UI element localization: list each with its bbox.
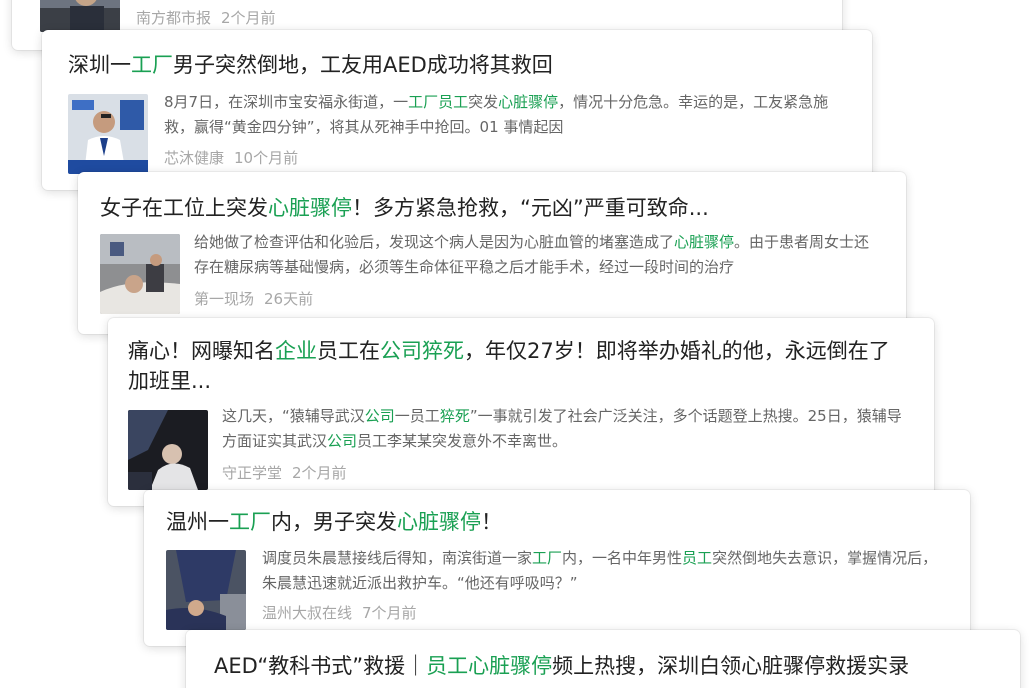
keyword-highlight: 心脏骤停 [674, 233, 735, 251]
result-source[interactable]: 芯沐健康 [164, 149, 224, 167]
stacked-search-results: 南方都市报 2个月前 深圳一工厂男子突然倒地，工友用AED成功将其救回 8月7日，… [0, 0, 1032, 688]
keyword-highlight: 心脏骤停 [268, 196, 352, 220]
news-photo-icon [40, 0, 120, 32]
result-time: 2个月前 [292, 464, 347, 482]
result-title[interactable]: 女子在工位上突发心脏骤停！多方紧急抢救，“元凶”严重可致命... [100, 193, 709, 223]
text-segment: AED“教科书式”救援｜ [214, 654, 427, 678]
news-photo-icon [166, 550, 246, 630]
keyword-highlight: 心脏骤停 [397, 510, 481, 534]
result-summary: 调度员朱晨慧接线后得知，南滨街道一家工厂内，一名中年男性员工突然倒地失去意识，掌… [262, 546, 952, 596]
result-summary: 8月7日，在深圳市宝安福永街道，一工厂员工突发心脏骤停，情况十分危急。幸运的是，… [164, 90, 852, 140]
text-segment: 深圳一 [68, 53, 131, 77]
news-photo-icon [100, 234, 180, 314]
result-source[interactable]: 守正学堂 [222, 464, 282, 482]
keyword-highlight: 员工 [682, 549, 713, 567]
keyword-highlight: 员工心脏骤停 [426, 654, 553, 678]
result-time: 26天前 [264, 290, 314, 308]
result-card-1[interactable]: 深圳一工厂男子突然倒地，工友用AED成功将其救回 8月7日，在深圳市宝安福永街道… [42, 30, 872, 190]
result-title[interactable]: AED“教科书式”救援｜员工心脏骤停频上热搜，深圳白领心脏骤停救援实录 [214, 651, 909, 681]
keyword-highlight: 工厂 [229, 510, 271, 534]
text-segment: 给她做了检查评估和化验后，发现这个病人是因为心脏血管的堵塞造成了 [194, 233, 675, 251]
text-segment: 内，一名中年男性 [562, 549, 683, 567]
text-segment: 男子突然倒地，工友用AED成功将其救回 [173, 53, 553, 77]
text-segment: 女子在工位上突发 [100, 196, 268, 220]
result-time: 10个月前 [234, 149, 299, 167]
result-summary: 给她做了检查评估和化验后，发现这个病人是因为心脏血管的堵塞造成了心脏骤停。由于患… [194, 230, 884, 280]
result-thumbnail[interactable] [100, 234, 180, 314]
result-card-5[interactable]: AED“教科书式”救援｜员工心脏骤停频上热搜，深圳白领心脏骤停救援实录 [186, 630, 1020, 688]
news-photo-icon [128, 410, 208, 490]
text-segment: 痛心！网曝知名 [128, 339, 275, 363]
keyword-highlight: 工厂 [131, 53, 173, 77]
result-summary: 这几天，“猿辅导武汉公司一员工猝死”一事就引发了社会广泛关注，多个话题登上热搜。… [222, 404, 912, 454]
result-thumbnail[interactable] [40, 0, 120, 32]
text-segment: 一员工 [394, 407, 440, 425]
keyword-highlight: 猝死 [439, 407, 470, 425]
keyword-highlight: 企业 [275, 339, 317, 363]
keyword-highlight: 工厂员工 [408, 93, 469, 111]
result-card-4[interactable]: 温州一工厂内，男子突发心脏骤停！ 调度员朱晨慧接线后得知，南滨街道一家工厂内，一… [144, 490, 970, 646]
keyword-highlight: 公司 [364, 407, 395, 425]
result-time: 2个月前 [221, 9, 276, 27]
result-source[interactable]: 第一现场 [194, 290, 254, 308]
result-meta: 南方都市报 2个月前 [136, 7, 276, 29]
result-thumbnail[interactable] [68, 94, 148, 174]
text-segment: 突发 [468, 93, 499, 111]
text-segment: ！多方紧急抢救，“元凶”严重可致命... [352, 196, 709, 220]
result-meta: 守正学堂 2个月前 [222, 462, 347, 484]
result-card-2[interactable]: 女子在工位上突发心脏骤停！多方紧急抢救，“元凶”严重可致命... 给她做了检查评… [78, 172, 906, 334]
text-segment: 温州一 [166, 510, 229, 534]
result-meta: 温州大叔在线 7个月前 [262, 602, 417, 624]
result-title[interactable]: 痛心！网曝知名企业员工在公司猝死，年仅27岁！即将举办婚礼的他，永远倒在了加班里… [128, 336, 908, 396]
news-photo-icon [68, 94, 148, 174]
text-segment: ！ [481, 510, 502, 534]
keyword-highlight: 心脏骤停 [498, 93, 559, 111]
text-segment: 频上热搜，深圳白领心脏骤停救援实录 [552, 654, 910, 678]
result-time: 7个月前 [362, 604, 417, 622]
text-segment: 内，男子突发 [271, 510, 397, 534]
result-source[interactable]: 温州大叔在线 [262, 604, 352, 622]
keyword-highlight: 公司猝死 [380, 339, 464, 363]
keyword-highlight: 工厂 [532, 549, 563, 567]
result-meta: 芯沐健康 10个月前 [164, 147, 298, 169]
result-meta: 第一现场 26天前 [194, 288, 313, 310]
result-title[interactable]: 温州一工厂内，男子突发心脏骤停！ [166, 507, 502, 537]
result-title[interactable]: 深圳一工厂男子突然倒地，工友用AED成功将其救回 [68, 50, 553, 80]
text-segment: 员工在 [317, 339, 380, 363]
text-segment: 调度员朱晨慧接线后得知，南滨街道一家 [262, 549, 533, 567]
text-segment: 8月7日，在深圳市宝安福永街道，一 [164, 93, 409, 111]
text-segment: 员工李某某突发意外不幸离世。 [357, 432, 568, 450]
result-card-3[interactable]: 痛心！网曝知名企业员工在公司猝死，年仅27岁！即将举办婚礼的他，永远倒在了加班里… [108, 318, 934, 506]
result-source[interactable]: 南方都市报 [136, 9, 211, 27]
result-thumbnail[interactable] [166, 550, 246, 630]
text-segment: 这几天，“猿辅导武汉 [222, 407, 365, 425]
keyword-highlight: 公司 [327, 432, 358, 450]
result-thumbnail[interactable] [128, 410, 208, 490]
